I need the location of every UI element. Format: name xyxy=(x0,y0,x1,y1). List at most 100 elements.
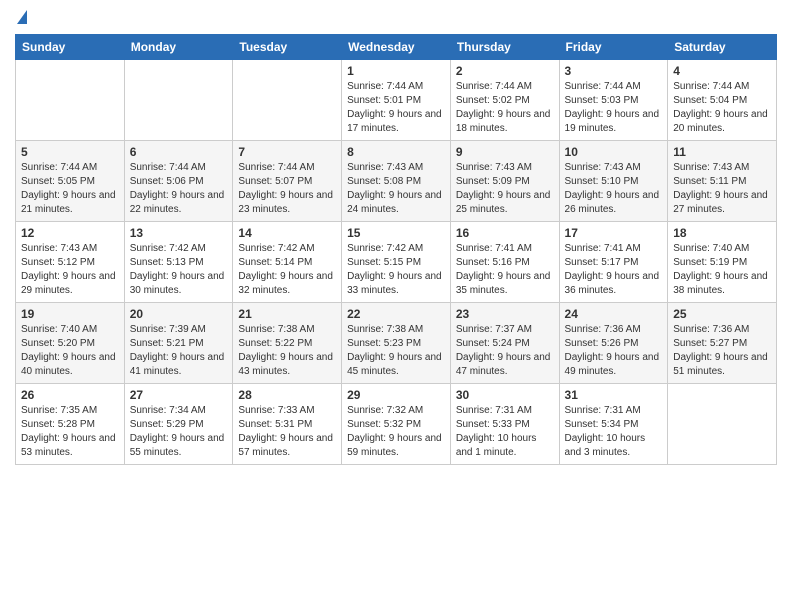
calendar-cell: 29 Sunrise: 7:32 AMSunset: 5:32 PMDayligh… xyxy=(342,384,451,465)
day-info: Sunrise: 7:43 AMSunset: 5:08 PMDaylight:… xyxy=(347,161,445,217)
day-info: Sunrise: 7:31 AMSunset: 5:33 PMDaylight:… xyxy=(456,404,554,460)
calendar-cell: 2Sunrise: 7:44 AMSunset: 5:02 PMDaylight… xyxy=(450,60,559,141)
day-info: Sunrise: 7:31 AMSunset: 5:34 PMDaylight:… xyxy=(565,404,663,460)
header xyxy=(15,10,777,26)
day-number: 6 xyxy=(130,145,228,159)
day-number: 19 xyxy=(21,307,119,321)
day-info: Sunrise: 7:43 AMSunset: 5:11 PMDaylight:… xyxy=(673,161,771,217)
calendar-cell: 9Sunrise: 7:43 AMSunset: 5:09 PMDaylight… xyxy=(450,141,559,222)
day-info: Sunrise: 7:38 AMSunset: 5:22 PMDaylight:… xyxy=(238,323,336,379)
calendar-cell: 28 Sunrise: 7:33 AMSunset: 5:31 PMDayligh… xyxy=(233,384,342,465)
day-number: 5 xyxy=(21,145,119,159)
day-number: 2 xyxy=(456,64,554,78)
day-number: 12 xyxy=(21,226,119,240)
calendar-cell: 14 Sunrise: 7:42 AMSunset: 5:14 PMDayligh… xyxy=(233,222,342,303)
day-number: 9 xyxy=(456,145,554,159)
day-number: 30 xyxy=(456,388,554,402)
calendar-cell: 24Sunrise: 7:36 AMSunset: 5:26 PMDayligh… xyxy=(559,303,668,384)
calendar-cell: 5 Sunrise: 7:44 AMSunset: 5:05 PMDaylight… xyxy=(16,141,125,222)
calendar-cell xyxy=(124,60,233,141)
day-info: Sunrise: 7:43 AMSunset: 5:10 PMDaylight:… xyxy=(565,161,663,217)
logo-triangle-icon xyxy=(17,10,27,24)
day-info: Sunrise: 7:40 AMSunset: 5:20 PMDaylight:… xyxy=(21,323,119,379)
calendar-weekday-wednesday: Wednesday xyxy=(342,35,451,60)
calendar-weekday-monday: Monday xyxy=(124,35,233,60)
calendar-cell: 18 Sunrise: 7:40 AMSunset: 5:19 PMDayligh… xyxy=(668,222,777,303)
calendar-table: SundayMondayTuesdayWednesdayThursdayFrid… xyxy=(15,34,777,465)
calendar-cell: 23Sunrise: 7:37 AMSunset: 5:24 PMDayligh… xyxy=(450,303,559,384)
logo-text xyxy=(15,10,27,26)
logo xyxy=(15,10,27,26)
day-number: 26 xyxy=(21,388,119,402)
day-info: Sunrise: 7:36 AMSunset: 5:27 PMDaylight:… xyxy=(673,323,771,379)
day-number: 13 xyxy=(130,226,228,240)
day-info: Sunrise: 7:34 AMSunset: 5:29 PMDaylight:… xyxy=(130,404,228,460)
calendar-weekday-friday: Friday xyxy=(559,35,668,60)
day-number: 15 xyxy=(347,226,445,240)
day-number: 3 xyxy=(565,64,663,78)
day-number: 29 xyxy=(347,388,445,402)
day-info: Sunrise: 7:44 AMSunset: 5:04 PMDaylight:… xyxy=(673,80,771,136)
day-number: 14 xyxy=(238,226,336,240)
day-info: Sunrise: 7:40 AMSunset: 5:19 PMDaylight:… xyxy=(673,242,771,298)
calendar-cell: 4 Sunrise: 7:44 AMSunset: 5:04 PMDaylight… xyxy=(668,60,777,141)
calendar-week-row: 26 Sunrise: 7:35 AMSunset: 5:28 PMDayligh… xyxy=(16,384,777,465)
calendar-week-row: 19 Sunrise: 7:40 AMSunset: 5:20 PMDayligh… xyxy=(16,303,777,384)
day-number: 24 xyxy=(565,307,663,321)
calendar-cell: 21Sunrise: 7:38 AMSunset: 5:22 PMDayligh… xyxy=(233,303,342,384)
day-number: 31 xyxy=(565,388,663,402)
day-number: 8 xyxy=(347,145,445,159)
day-number: 1 xyxy=(347,64,445,78)
day-info: Sunrise: 7:42 AMSunset: 5:15 PMDaylight:… xyxy=(347,242,445,298)
calendar-cell xyxy=(233,60,342,141)
calendar-cell: 31 Sunrise: 7:31 AMSunset: 5:34 PMDayligh… xyxy=(559,384,668,465)
day-number: 20 xyxy=(130,307,228,321)
calendar-week-row: 5 Sunrise: 7:44 AMSunset: 5:05 PMDaylight… xyxy=(16,141,777,222)
day-info: Sunrise: 7:38 AMSunset: 5:23 PMDaylight:… xyxy=(347,323,445,379)
day-number: 22 xyxy=(347,307,445,321)
calendar-weekday-sunday: Sunday xyxy=(16,35,125,60)
calendar-cell: 8 Sunrise: 7:43 AMSunset: 5:08 PMDaylight… xyxy=(342,141,451,222)
calendar-cell: 10 Sunrise: 7:43 AMSunset: 5:10 PMDayligh… xyxy=(559,141,668,222)
day-info: Sunrise: 7:44 AMSunset: 5:05 PMDaylight:… xyxy=(21,161,119,217)
calendar-cell: 15 Sunrise: 7:42 AMSunset: 5:15 PMDayligh… xyxy=(342,222,451,303)
day-info: Sunrise: 7:44 AMSunset: 5:03 PMDaylight:… xyxy=(565,80,663,136)
calendar-cell: 1 Sunrise: 7:44 AMSunset: 5:01 PMDaylight… xyxy=(342,60,451,141)
day-number: 28 xyxy=(238,388,336,402)
day-number: 7 xyxy=(238,145,336,159)
calendar-cell: 30 Sunrise: 7:31 AMSunset: 5:33 PMDayligh… xyxy=(450,384,559,465)
calendar-cell: 26 Sunrise: 7:35 AMSunset: 5:28 PMDayligh… xyxy=(16,384,125,465)
calendar-week-row: 12Sunrise: 7:43 AMSunset: 5:12 PMDayligh… xyxy=(16,222,777,303)
day-info: Sunrise: 7:35 AMSunset: 5:28 PMDaylight:… xyxy=(21,404,119,460)
day-number: 18 xyxy=(673,226,771,240)
calendar-weekday-saturday: Saturday xyxy=(668,35,777,60)
calendar-cell: 17Sunrise: 7:41 AMSunset: 5:17 PMDayligh… xyxy=(559,222,668,303)
calendar-cell: 16 Sunrise: 7:41 AMSunset: 5:16 PMDayligh… xyxy=(450,222,559,303)
day-number: 10 xyxy=(565,145,663,159)
calendar-cell: 3 Sunrise: 7:44 AMSunset: 5:03 PMDaylight… xyxy=(559,60,668,141)
day-number: 27 xyxy=(130,388,228,402)
calendar-cell: 7 Sunrise: 7:44 AMSunset: 5:07 PMDaylight… xyxy=(233,141,342,222)
calendar-weekday-thursday: Thursday xyxy=(450,35,559,60)
calendar-week-row: 1 Sunrise: 7:44 AMSunset: 5:01 PMDaylight… xyxy=(16,60,777,141)
page: SundayMondayTuesdayWednesdayThursdayFrid… xyxy=(0,0,792,480)
day-info: Sunrise: 7:41 AMSunset: 5:17 PMDaylight:… xyxy=(565,242,663,298)
calendar-cell: 27 Sunrise: 7:34 AMSunset: 5:29 PMDayligh… xyxy=(124,384,233,465)
calendar-cell xyxy=(668,384,777,465)
day-number: 4 xyxy=(673,64,771,78)
calendar-cell: 12Sunrise: 7:43 AMSunset: 5:12 PMDayligh… xyxy=(16,222,125,303)
day-info: Sunrise: 7:37 AMSunset: 5:24 PMDaylight:… xyxy=(456,323,554,379)
day-info: Sunrise: 7:42 AMSunset: 5:14 PMDaylight:… xyxy=(238,242,336,298)
day-info: Sunrise: 7:39 AMSunset: 5:21 PMDaylight:… xyxy=(130,323,228,379)
day-info: Sunrise: 7:44 AMSunset: 5:01 PMDaylight:… xyxy=(347,80,445,136)
day-number: 25 xyxy=(673,307,771,321)
day-info: Sunrise: 7:44 AMSunset: 5:07 PMDaylight:… xyxy=(238,161,336,217)
day-number: 11 xyxy=(673,145,771,159)
day-number: 16 xyxy=(456,226,554,240)
calendar-cell: 19 Sunrise: 7:40 AMSunset: 5:20 PMDayligh… xyxy=(16,303,125,384)
calendar-cell: 20 Sunrise: 7:39 AMSunset: 5:21 PMDayligh… xyxy=(124,303,233,384)
day-info: Sunrise: 7:32 AMSunset: 5:32 PMDaylight:… xyxy=(347,404,445,460)
day-info: Sunrise: 7:33 AMSunset: 5:31 PMDaylight:… xyxy=(238,404,336,460)
day-info: Sunrise: 7:41 AMSunset: 5:16 PMDaylight:… xyxy=(456,242,554,298)
day-info: Sunrise: 7:42 AMSunset: 5:13 PMDaylight:… xyxy=(130,242,228,298)
